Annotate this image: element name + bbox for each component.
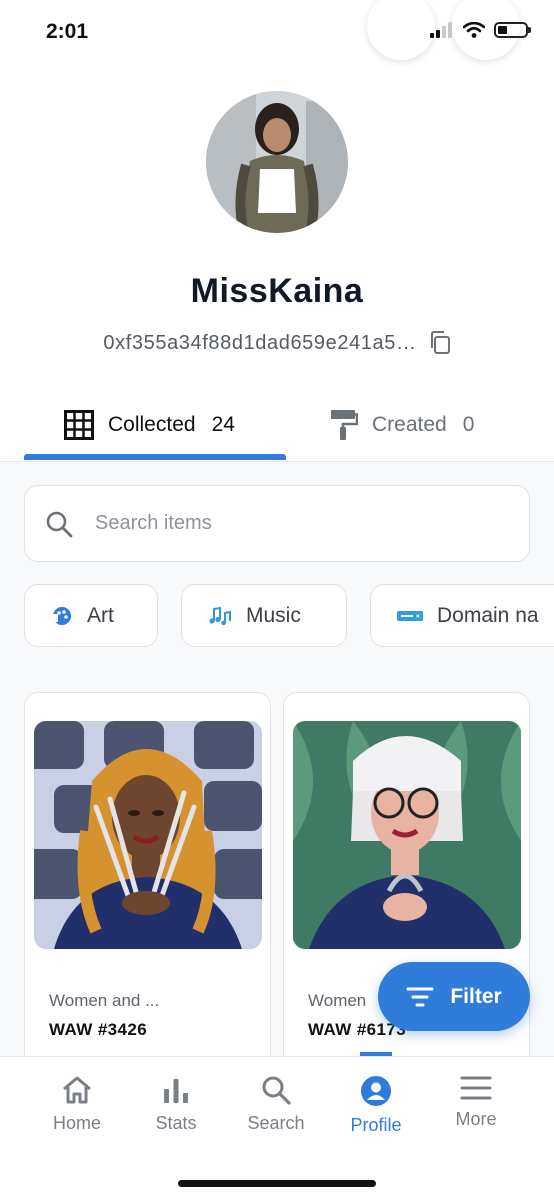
nav-item-profile[interactable]: Profile <box>326 1075 426 1136</box>
filter-button[interactable]: Filter <box>378 962 530 1031</box>
active-tab-indicator <box>24 454 286 460</box>
nav-item-home[interactable]: Home <box>27 1075 127 1134</box>
home-icon <box>63 1076 91 1104</box>
wifi-icon <box>463 22 485 38</box>
overlay-bubble <box>367 0 435 60</box>
art-palette-icon <box>53 606 71 625</box>
paint-roller-icon <box>331 410 358 440</box>
menu-icon <box>460 1076 492 1100</box>
wallet-address-row: 0xf355a34f88d1dad659e241a5… <box>0 331 554 355</box>
profile-username: MissKaina <box>190 272 364 310</box>
tab-collected-label: Collected <box>108 413 196 436</box>
nav-more-label: More <box>455 1109 497 1129</box>
search-placeholder: Search items <box>95 512 212 534</box>
profile-icon <box>361 1076 391 1106</box>
filter-button-label: Filter <box>450 984 502 1008</box>
home-indicator[interactable] <box>178 1180 376 1187</box>
tab-created-count: 0 <box>462 413 475 436</box>
bottom-nav: Home Stats Search Profile More <box>0 1056 554 1200</box>
domain-icon <box>397 610 423 621</box>
nav-profile-label: Profile <box>350 1115 402 1135</box>
avatar-photo <box>206 91 348 233</box>
nft-item-name: WAW #3426 <box>49 1020 148 1039</box>
tab-created-label: Created <box>372 413 447 436</box>
music-note-icon <box>209 606 231 625</box>
battery-icon <box>494 22 531 38</box>
nft-image <box>34 721 262 949</box>
nav-search-label: Search <box>247 1113 305 1133</box>
category-art-label: Art <box>87 603 114 627</box>
tab-collected[interactable]: Collected 24 <box>64 388 235 462</box>
search-icon <box>46 511 73 537</box>
search-items-input[interactable]: Search items <box>24 485 530 562</box>
signal-icon <box>430 22 452 38</box>
status-time: 2:01 <box>46 20 89 43</box>
category-domain-label: Domain na <box>437 603 539 627</box>
status-bar: 2:01 <box>0 0 554 70</box>
wallet-address: 0xf355a34f88d1dad659e241a5… <box>103 331 417 354</box>
nft-collection-name: Women and ... <box>49 991 160 1010</box>
status-icons <box>430 22 531 38</box>
nav-item-search[interactable]: Search <box>226 1075 326 1134</box>
profile-tabs: Collected 24 Created 0 <box>0 388 554 462</box>
bar-chart-icon <box>164 1079 188 1103</box>
nft-image <box>293 721 521 949</box>
tab-created[interactable]: Created 0 <box>330 388 474 462</box>
tab-collected-count: 24 <box>211 413 235 436</box>
nft-collection-name: Women <box>308 991 367 1010</box>
nav-item-stats[interactable]: Stats <box>126 1075 226 1134</box>
copy-icon[interactable] <box>429 331 451 355</box>
nav-stats-label: Stats <box>155 1113 197 1133</box>
grid-icon <box>64 410 94 440</box>
category-chip-art[interactable]: Art <box>24 584 158 647</box>
nav-item-more[interactable]: More <box>426 1075 526 1130</box>
category-music-label: Music <box>246 603 301 627</box>
filter-icon <box>406 987 434 1006</box>
nav-home-label: Home <box>52 1113 101 1133</box>
search-icon <box>262 1076 291 1105</box>
profile-avatar[interactable] <box>206 91 348 233</box>
category-chip-domain[interactable]: Domain na <box>370 584 554 647</box>
category-chip-music[interactable]: Music <box>181 584 347 647</box>
nft-card[interactable]: Women and ... WAW #3426 <box>24 692 271 1072</box>
